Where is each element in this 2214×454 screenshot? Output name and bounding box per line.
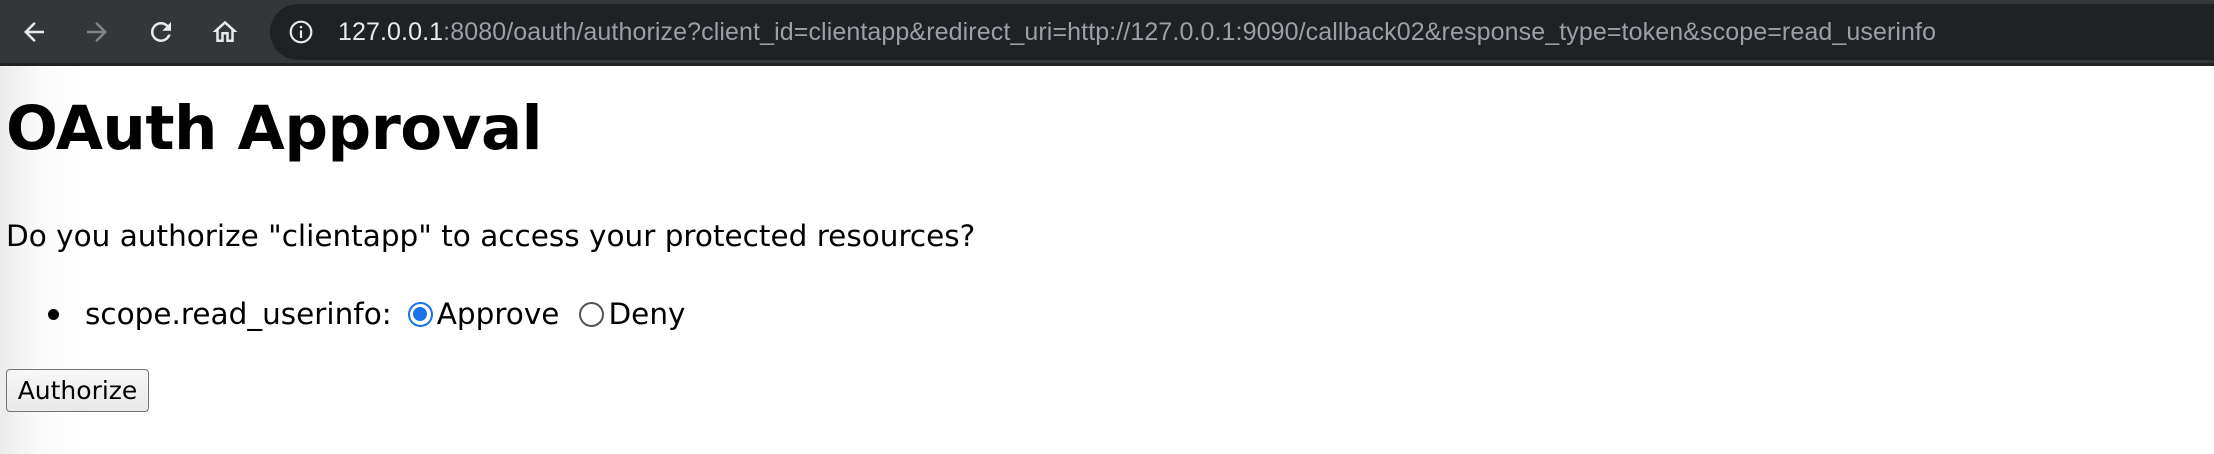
arrow-left-icon <box>24 22 44 42</box>
url-host: 127.0.0.1 <box>338 18 444 46</box>
scope-list-item: scope.read_userinfo: Approve Deny <box>48 294 706 334</box>
home-icon <box>212 20 238 42</box>
info-icon[interactable] <box>288 19 314 45</box>
home-button[interactable] <box>201 8 249 56</box>
scope-name: scope.read_userinfo: <box>85 297 392 331</box>
forward-button[interactable] <box>73 8 121 56</box>
reload-icon <box>150 21 171 42</box>
list-bullet <box>48 308 59 320</box>
page-content: OAuth Approval Do you authorize "clienta… <box>0 66 2214 454</box>
authorization-question: Do you authorize "clientapp" to access y… <box>6 219 976 253</box>
approve-radio[interactable] <box>407 301 433 327</box>
page-title: OAuth Approval <box>6 93 543 164</box>
approve-label[interactable]: Approve <box>437 297 560 331</box>
deny-label[interactable]: Deny <box>608 297 685 331</box>
url-path: :8080/oauth/authorize?client_id=clientap… <box>443 18 1937 46</box>
reload-button[interactable] <box>137 8 185 56</box>
deny-radio[interactable] <box>579 301 605 327</box>
authorize-button[interactable]: Authorize <box>6 369 149 412</box>
browser-toolbar: 127.0.0.1:8080/oauth/authorize?client_id… <box>0 0 2214 66</box>
url-text[interactable]: 127.0.0.1:8080/oauth/authorize?client_id… <box>338 4 1936 60</box>
back-button[interactable] <box>10 8 58 56</box>
address-bar[interactable]: 127.0.0.1:8080/oauth/authorize?client_id… <box>270 4 2214 60</box>
arrow-right-icon <box>87 22 107 42</box>
